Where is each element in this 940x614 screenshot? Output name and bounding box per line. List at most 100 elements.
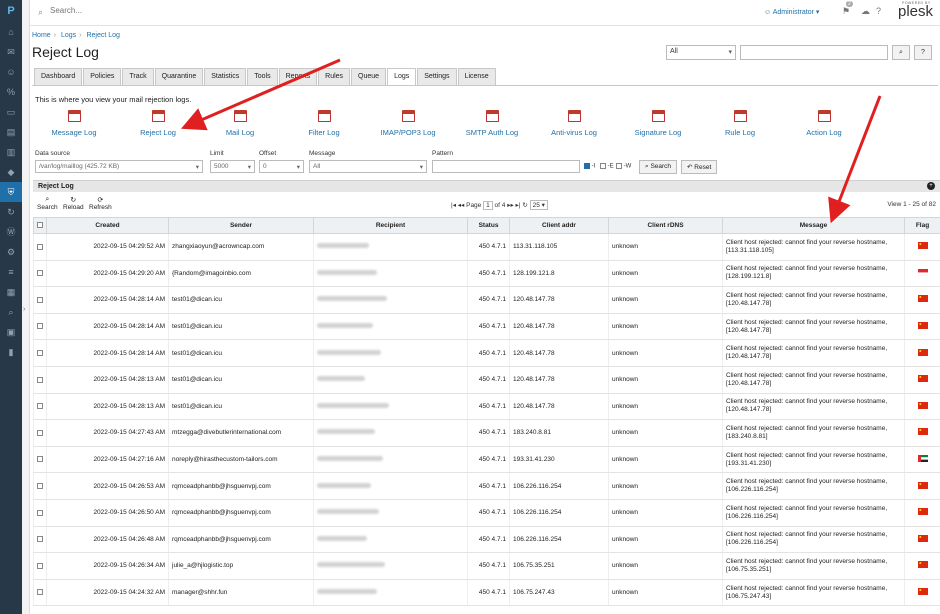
table-row[interactable]: 2022-09-15 04:26:34 AM julie_a@hjlogistic… — [33, 552, 940, 580]
log-type-signature-log[interactable]: Signature Log — [618, 110, 698, 137]
toolbar-search-button[interactable]: ⌕ Search — [37, 196, 58, 211]
table-row[interactable]: 2022-09-15 04:27:16 AM noreply@hirasthecu… — [33, 446, 940, 474]
percent-icon[interactable]: % — [0, 82, 22, 102]
sidebar-collapse[interactable]: › — [22, 0, 30, 614]
offset-select[interactable]: 0 ▾ — [259, 160, 304, 173]
expand-icon[interactable]: + — [927, 182, 935, 190]
table-row[interactable]: 2022-09-15 04:24:32 AM manager@shhr.fun 45… — [33, 579, 940, 607]
prev-page-icon[interactable]: ◂◂ — [458, 202, 465, 209]
row-select[interactable] — [33, 313, 47, 341]
box-icon[interactable]: ▣ — [0, 322, 22, 342]
home-icon[interactable]: ⌂ — [0, 22, 22, 42]
message-select[interactable]: All ▾ — [309, 160, 427, 173]
signal-icon[interactable]: ▮ — [0, 342, 22, 362]
tab-license[interactable]: License — [457, 68, 496, 85]
table-row[interactable]: 2022-09-15 04:28:13 AM test01@dican.icu 45… — [33, 393, 940, 421]
table-row[interactable]: 2022-09-15 04:28:13 AM test01@dican.icu 45… — [33, 366, 940, 394]
plesk-logo-icon[interactable]: P — [0, 0, 22, 22]
opt-w-checkbox[interactable]: -W — [616, 163, 631, 170]
opt-i-checkbox[interactable]: -I — [584, 163, 595, 170]
col-client-addr[interactable]: Client addr — [509, 217, 609, 234]
col-sender[interactable]: Sender — [168, 217, 314, 234]
row-select[interactable] — [33, 499, 47, 527]
search-nav-icon[interactable]: ⌕ — [0, 302, 22, 322]
table-row[interactable]: 2022-09-15 04:26:53 AM rqmceadphanbb@jhsg… — [33, 472, 940, 500]
col-status[interactable]: Status — [467, 217, 510, 234]
user-icon[interactable]: ☺ — [0, 62, 22, 82]
log-type-mail-log[interactable]: Mail Log — [200, 110, 280, 137]
row-select[interactable] — [33, 472, 47, 500]
row-select[interactable] — [33, 552, 47, 580]
log-type-filter-log[interactable]: Filter Log — [284, 110, 364, 137]
opt-e-checkbox[interactable]: -E — [600, 163, 614, 170]
cloud-icon[interactable]: ☁ — [861, 6, 870, 17]
filter-help-button[interactable]: ? — [914, 45, 932, 60]
table-row[interactable]: 2022-09-15 04:28:14 AM test01@dican.icu 45… — [33, 286, 940, 314]
pattern-input[interactable] — [432, 160, 580, 173]
row-select[interactable] — [33, 366, 47, 394]
col-recipient[interactable]: Recipient — [313, 217, 468, 234]
row-select[interactable] — [33, 339, 47, 367]
filter-search-button[interactable]: ⌕ — [892, 45, 910, 60]
row-select[interactable] — [33, 579, 47, 607]
table-row[interactable]: 2022-09-15 04:29:20 AM {Random@imagoinbio… — [33, 260, 940, 288]
tab-settings[interactable]: Settings — [417, 68, 457, 85]
sliders-icon[interactable]: ≡ — [0, 262, 22, 282]
row-select[interactable] — [33, 446, 47, 474]
tab-statistics[interactable]: Statistics — [204, 68, 247, 85]
monitor-icon[interactable]: ▭ — [0, 102, 22, 122]
toolbar-reload-button[interactable]: ↻ Reload — [63, 196, 84, 211]
wordpress-icon[interactable]: Ⓦ — [0, 222, 22, 242]
row-select[interactable] — [33, 393, 47, 421]
table-row[interactable]: 2022-09-15 04:29:52 AM zhangxiaoyun@acrow… — [33, 233, 940, 261]
reload-icon[interactable]: ↻ — [522, 202, 527, 209]
user-menu[interactable]: ☺ Administrator ▾ — [764, 8, 819, 16]
tab-reports[interactable]: Reports — [278, 68, 318, 85]
data-source-select[interactable]: /var/log/maillog (425.72 KB) ▾ — [35, 160, 203, 173]
gear-icon[interactable]: ⚙ — [0, 242, 22, 262]
notification-icon[interactable]: ⚑ — [842, 6, 850, 17]
tab-logs[interactable]: Logs — [387, 68, 417, 86]
help-icon[interactable]: ? — [876, 6, 881, 16]
col-message[interactable]: Message — [722, 217, 905, 234]
table-row[interactable]: 2022-09-15 04:26:48 AM rqmceadphanbb@jhsg… — [33, 526, 940, 554]
tab-dashboard[interactable]: Dashboard — [34, 68, 83, 85]
global-search-input[interactable] — [50, 6, 250, 15]
col-flag[interactable]: Flag — [904, 217, 940, 234]
refresh-icon[interactable]: ↻ — [0, 202, 22, 222]
tab-track[interactable]: Track — [122, 68, 154, 85]
last-page-icon[interactable]: ▸| — [516, 202, 521, 209]
reset-button[interactable]: ↶ Reset — [681, 160, 718, 174]
select-all-header[interactable] — [33, 217, 47, 234]
page-input[interactable]: 1 — [483, 201, 493, 210]
log-type-rule-log[interactable]: Rule Log — [700, 110, 780, 137]
row-select[interactable] — [33, 233, 47, 261]
tab-tools[interactable]: Tools — [247, 68, 278, 85]
table-row[interactable]: 2022-09-15 04:28:14 AM test01@dican.icu 45… — [33, 313, 940, 341]
log-type-reject-log[interactable]: Reject Log — [118, 110, 198, 137]
log-type-action-log[interactable]: Action Log — [784, 110, 864, 137]
col-client-rdns[interactable]: Client rDNS — [608, 217, 723, 234]
table-row[interactable]: 2022-09-15 04:26:50 AM rqmceadphanbb@jhsg… — [33, 499, 940, 527]
toolbar-refresh-button[interactable]: ⟳ Refresh — [89, 196, 112, 211]
row-select[interactable] — [33, 526, 47, 554]
tab-policies[interactable]: Policies — [83, 68, 122, 85]
next-page-icon[interactable]: ▸▸ — [507, 202, 514, 209]
mail-icon[interactable]: ✉ — [0, 42, 22, 62]
tab-quarantine[interactable]: Quarantine — [154, 68, 204, 85]
row-select[interactable] — [33, 419, 47, 447]
limit-select[interactable]: 5000 ▾ — [210, 160, 255, 173]
log-type-imap-pop3-log[interactable]: IMAP/POP3 Log — [368, 110, 448, 137]
server-icon[interactable]: ▤ — [0, 122, 22, 142]
col-created[interactable]: Created — [46, 217, 169, 234]
book-icon[interactable]: ▥ — [0, 142, 22, 162]
breadcrumb-reject-log[interactable]: Reject Log — [86, 32, 119, 39]
table-row[interactable]: 2022-09-15 04:27:43 AM mtzegga@divebutler… — [33, 419, 940, 447]
extension-icon[interactable]: ◆ — [0, 162, 22, 182]
row-select[interactable] — [33, 260, 47, 288]
first-page-icon[interactable]: |◂ — [451, 202, 456, 209]
tab-queue[interactable]: Queue — [351, 68, 387, 85]
tab-rules[interactable]: Rules — [318, 68, 351, 85]
per-page-select[interactable]: 25 ▾ — [529, 200, 548, 210]
filter-input[interactable] — [740, 45, 888, 60]
